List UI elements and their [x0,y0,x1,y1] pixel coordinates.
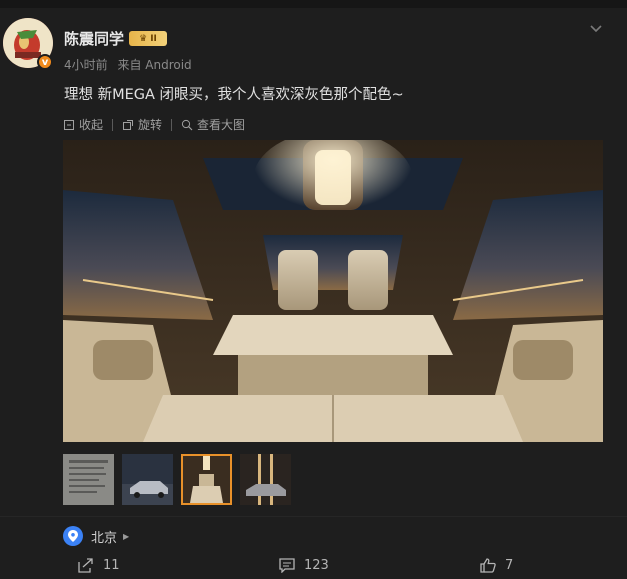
location-pin-icon [63,526,83,546]
thumbnail[interactable] [240,454,291,505]
vip-badge[interactable]: ♛ II [129,31,167,46]
comment-button[interactable]: 123 [279,558,329,573]
collapse-icon [64,119,74,130]
location-tag[interactable]: 北京 ▶ [63,525,129,547]
rotate-button[interactable]: 旋转 [122,116,162,133]
comment-icon [279,558,295,573]
section-divider [0,516,627,517]
magnify-icon [181,119,193,130]
location-label: 北京 [91,530,118,546]
view-large-button[interactable]: 查看大图 [181,116,245,133]
action-bar: 11 123 7 [0,555,627,579]
thumbnail-selected[interactable] [181,454,232,505]
caret-right-icon: ▶ [123,531,130,541]
share-icon [78,558,93,573]
post-text: 理想 新MEGA 闭眼买，我个人喜欢深灰色那个配色~ [64,87,404,103]
top-divider-strip [0,0,627,8]
thumbnail-strip [63,454,299,505]
chevron-down-icon[interactable] [589,24,603,34]
collapse-button[interactable]: 收起 [63,116,103,133]
username[interactable]: 陈震同学 [64,28,124,49]
rotate-icon [123,119,134,130]
thumbnail[interactable] [63,454,114,505]
toolbar-divider [171,118,173,131]
image-toolbar: 收起 旋转 查看大图 [63,116,245,133]
post-time: 4小时前 [64,58,108,72]
crown-icon: ♛ [139,33,148,44]
thumbs-up-icon [480,558,496,573]
toolbar-divider [112,118,114,131]
main-photo[interactable] [63,140,603,442]
post-meta: 4小时前 来自 Android [64,56,198,73]
repost-button[interactable]: 11 [78,558,120,573]
thumbnail[interactable] [122,454,173,505]
like-button[interactable]: 7 [480,558,513,573]
post-source: 来自 Android [117,58,192,72]
verified-badge: v [37,54,53,70]
